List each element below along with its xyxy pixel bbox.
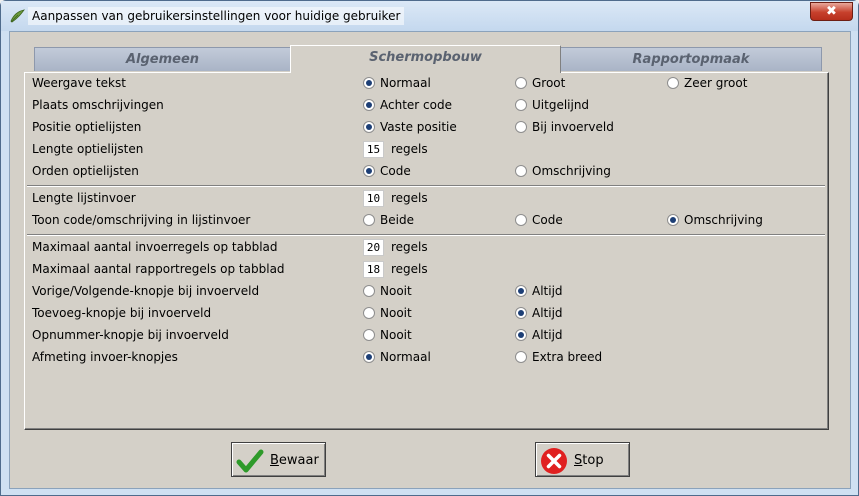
window-title: Aanpassen van gebruikersinstellingen voo…	[28, 7, 405, 25]
setting-row-lengte-optielijsten: Lengte optielijsten 15 regels	[25, 140, 825, 160]
setting-row-max-invoerregels: Maximaal aantal invoerregels op tabblad …	[25, 238, 825, 258]
title-bar[interactable]: Aanpassen van gebruikersinstellingen voo…	[1, 1, 858, 31]
save-button-label: Bewaar	[270, 453, 319, 468]
setting-row-max-rapportregels: Maximaal aantal rapportregels op tabblad…	[25, 260, 825, 280]
radio-option-zeer-groot[interactable]: Zeer groot	[667, 76, 747, 90]
radio-icon[interactable]	[363, 307, 375, 319]
unit-label: regels	[391, 240, 428, 254]
section-divider	[27, 185, 825, 187]
unit-label: regels	[391, 191, 428, 205]
settings-window: Aanpassen van gebruikersinstellingen voo…	[0, 0, 859, 496]
section-divider	[27, 234, 825, 236]
radio-selected-icon[interactable]	[515, 329, 527, 341]
radio-option-groot[interactable]: Groot	[515, 76, 565, 90]
tab-strip: Algemeen Schermopbouw Rapportopmaak	[10, 32, 852, 73]
setting-label: Plaats omschrijvingen	[32, 98, 164, 112]
radio-icon[interactable]	[515, 121, 527, 133]
radio-option-vaste-positie[interactable]: Vaste positie	[363, 120, 457, 134]
radio-option-altijd[interactable]: Altijd	[515, 306, 563, 320]
setting-label: Vorige/Volgende-knopje bij invoerveld	[32, 284, 260, 298]
setting-row-opnummer: Opnummer-knopje bij invoerveld Nooit Alt…	[25, 326, 825, 346]
radio-option-nooit[interactable]: Nooit	[363, 328, 412, 342]
stop-button-label: Stop	[574, 453, 604, 468]
radio-option-omschrijving[interactable]: Omschrijving	[515, 164, 611, 178]
radio-selected-icon[interactable]	[515, 307, 527, 319]
max-rapportregels-input[interactable]: 18	[363, 261, 384, 278]
close-icon: ✖	[826, 4, 837, 19]
setting-label: Opnummer-knopje bij invoerveld	[32, 328, 229, 342]
setting-label: Positie optielijsten	[32, 120, 142, 134]
radio-option-altijd[interactable]: Altijd	[515, 284, 563, 298]
setting-row-positie-optielijsten: Positie optielijsten Vaste positie Bij i…	[25, 118, 825, 138]
number-field-wrapper: 15 regels	[363, 141, 428, 158]
red-x-circle-icon	[541, 448, 567, 474]
radio-selected-icon[interactable]	[667, 214, 679, 226]
checkmark-icon	[236, 449, 264, 473]
radio-selected-icon[interactable]	[363, 77, 375, 89]
radio-option-bij-invoerveld[interactable]: Bij invoerveld	[515, 120, 614, 134]
setting-label: Toevoeg-knopje bij invoerveld	[32, 306, 212, 320]
radio-selected-icon[interactable]	[363, 165, 375, 177]
tab-panel-schermopbouw: Weergave tekst Normaal Groot Zeer groot …	[24, 72, 829, 430]
setting-row-plaats-omschrijvingen: Plaats omschrijvingen Achter code Uitgel…	[25, 96, 825, 116]
radio-icon[interactable]	[515, 165, 527, 177]
tab-schermopbouw[interactable]: Schermopbouw	[290, 45, 561, 73]
stop-button[interactable]: Stop	[535, 442, 630, 477]
radio-option-omschrijving[interactable]: Omschrijving	[667, 213, 763, 227]
radio-selected-icon[interactable]	[363, 351, 375, 363]
setting-label: Maximaal aantal invoerregels op tabblad	[32, 240, 278, 254]
radio-option-normaal[interactable]: Normaal	[363, 76, 431, 90]
setting-label: Lengte optielijsten	[32, 142, 144, 156]
radio-icon[interactable]	[515, 214, 527, 226]
radio-option-nooit[interactable]: Nooit	[363, 306, 412, 320]
setting-row-weergave-tekst: Weergave tekst Normaal Groot Zeer groot	[25, 74, 825, 94]
radio-selected-icon[interactable]	[363, 121, 375, 133]
radio-option-code[interactable]: Code	[363, 164, 411, 178]
radio-icon[interactable]	[515, 99, 527, 111]
radio-selected-icon[interactable]	[515, 285, 527, 297]
radio-option-altijd[interactable]: Altijd	[515, 328, 563, 342]
setting-row-vorige-volgende: Vorige/Volgende-knopje bij invoerveld No…	[25, 282, 825, 302]
setting-row-afmeting: Afmeting invoer-knopjes Normaal Extra br…	[25, 348, 825, 368]
radio-selected-icon[interactable]	[363, 99, 375, 111]
radio-option-beide[interactable]: Beide	[363, 213, 414, 227]
setting-label: Orden optielijsten	[32, 164, 139, 178]
setting-row-lengte-lijstinvoer: Lengte lijstinvoer 10 regels	[25, 189, 825, 209]
save-button[interactable]: Bewaar	[231, 442, 326, 477]
radio-option-code[interactable]: Code	[515, 213, 563, 227]
lengte-optielijsten-input[interactable]: 15	[363, 141, 384, 158]
setting-row-orden-optielijsten: Orden optielijsten Code Omschrijving	[25, 162, 825, 182]
radio-icon[interactable]	[515, 77, 527, 89]
setting-row-toon-code: Toon code/omschrijving in lijstinvoer Be…	[25, 211, 825, 231]
unit-label: regels	[391, 262, 428, 276]
number-field-wrapper: 18 regels	[363, 261, 428, 278]
number-field-wrapper: 10 regels	[363, 190, 428, 207]
radio-option-normaal[interactable]: Normaal	[363, 350, 431, 364]
app-leaf-icon	[10, 9, 25, 23]
setting-label: Maximaal aantal rapportregels op tabblad	[32, 262, 285, 276]
setting-row-toevoeg: Toevoeg-knopje bij invoerveld Nooit Alti…	[25, 304, 825, 324]
max-invoerregels-input[interactable]: 20	[363, 239, 384, 256]
radio-option-nooit[interactable]: Nooit	[363, 284, 412, 298]
close-button[interactable]: ✖	[810, 2, 853, 21]
setting-label: Toon code/omschrijving in lijstinvoer	[32, 213, 251, 227]
number-field-wrapper: 20 regels	[363, 239, 428, 256]
radio-icon[interactable]	[667, 77, 679, 89]
radio-icon[interactable]	[363, 214, 375, 226]
client-area: Algemeen Schermopbouw Rapportopmaak Weer…	[9, 31, 851, 489]
setting-label: Weergave tekst	[32, 76, 126, 90]
unit-label: regels	[391, 142, 428, 156]
lengte-lijstinvoer-input[interactable]: 10	[363, 190, 384, 207]
setting-label: Afmeting invoer-knopjes	[32, 350, 178, 364]
radio-icon[interactable]	[363, 285, 375, 297]
radio-option-achter-code[interactable]: Achter code	[363, 98, 452, 112]
tab-algemeen[interactable]: Algemeen	[34, 47, 291, 71]
radio-option-extra-breed[interactable]: Extra breed	[515, 350, 602, 364]
setting-label: Lengte lijstinvoer	[32, 191, 136, 205]
radio-icon[interactable]	[363, 329, 375, 341]
radio-option-uitgelijnd[interactable]: Uitgelijnd	[515, 98, 589, 112]
tab-rapportopmaak[interactable]: Rapportopmaak	[560, 47, 822, 71]
radio-icon[interactable]	[515, 351, 527, 363]
